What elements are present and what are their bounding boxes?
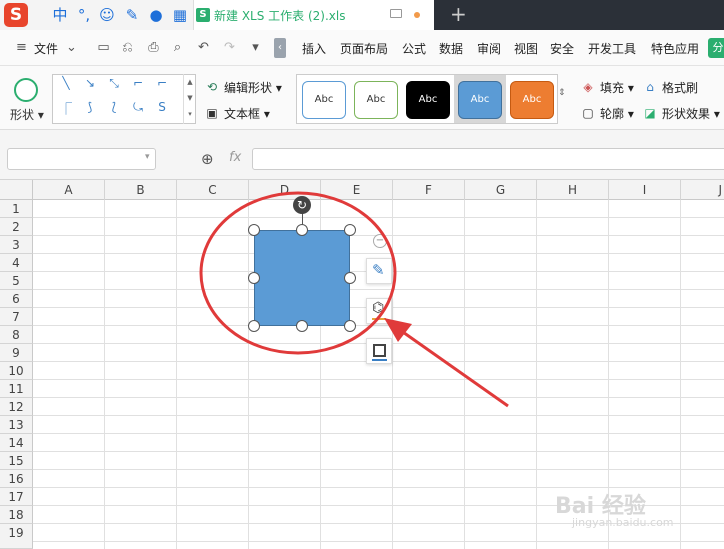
- annotation-circle: [199, 191, 397, 355]
- annotation-arrow-line: [399, 328, 509, 408]
- annotation-overlay: [199, 191, 509, 408]
- annotation-arrowhead: [384, 318, 412, 342]
- watermark-url: jingyan.baidu.com: [572, 516, 674, 529]
